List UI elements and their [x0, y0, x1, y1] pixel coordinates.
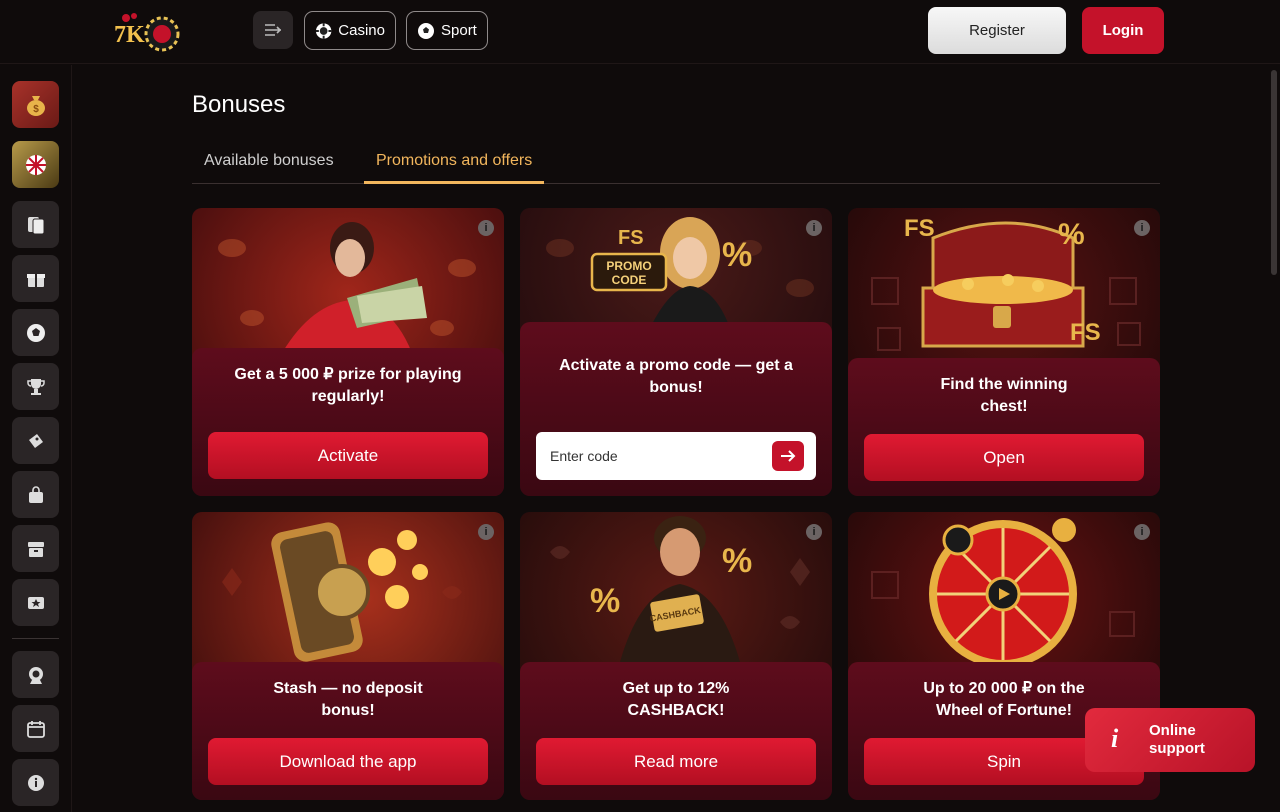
info-icon [27, 774, 44, 791]
tab-promotions-and-offers[interactable]: Promotions and offers [364, 140, 545, 184]
svg-text:CODE: CODE [612, 273, 647, 287]
bonus-card-chest: FS % FS i Find the winning chest! Open [848, 208, 1160, 496]
tab-available-bonuses[interactable]: Available bonuses [192, 140, 346, 184]
online-support-button[interactable]: i Online support [1085, 708, 1255, 772]
nav-sport-label: Sport [441, 22, 477, 39]
sidebar-item-tournaments[interactable] [12, 363, 59, 410]
card-title: Find the winning chest! [940, 376, 1068, 415]
nav-casino-button[interactable]: Casino [304, 11, 396, 50]
svg-text:FS: FS [1070, 319, 1101, 346]
cards-icon [27, 216, 44, 234]
online-support-label: Online support [1149, 722, 1205, 757]
card-info-icon[interactable]: i [478, 220, 494, 236]
card-info-icon[interactable]: i [806, 220, 822, 236]
open-button[interactable]: Open [864, 434, 1144, 481]
calendar-icon [26, 720, 45, 738]
promo-code-input[interactable] [550, 432, 770, 480]
bonus-card-promo-code: PROMO CODE FS % i Activate a promo code … [520, 208, 832, 496]
sidebar-item-gift[interactable] [12, 255, 59, 302]
card-info-icon[interactable]: i [806, 524, 822, 540]
promo-code-field [536, 432, 816, 480]
gift-icon [26, 273, 45, 287]
sidebar-item-wheel[interactable] [12, 141, 59, 188]
sidebar-item-vip[interactable] [12, 579, 59, 626]
soccer-ball-icon [418, 22, 434, 39]
medal-icon [28, 666, 43, 684]
activate-button[interactable]: Activate [208, 432, 488, 479]
svg-text:%: % [722, 236, 752, 274]
read-more-button[interactable]: Read more [536, 738, 816, 785]
header: 7K Casino Sport Register Login [0, 0, 1280, 64]
svg-text:%: % [1058, 218, 1085, 251]
card-info-icon[interactable]: i [478, 524, 494, 540]
card-title: Activate a promo code — get a bonus! [559, 357, 793, 396]
card-panel: Find the winning chest! Open [848, 358, 1160, 496]
page-title: Bonuses [192, 91, 286, 118]
svg-text:FS: FS [618, 227, 644, 249]
svg-text:7K: 7K [114, 22, 145, 48]
sidebar-item-promo[interactable] [12, 417, 59, 464]
arrow-right-icon [781, 450, 796, 462]
soccer-ball-icon [26, 323, 45, 342]
money-bag-icon: $ [26, 95, 45, 116]
sidebar-item-achievements[interactable] [12, 651, 59, 698]
sidebar-item-archive[interactable] [12, 525, 59, 572]
sidebar: $ [0, 65, 72, 812]
bonus-card-prize: i Get a 5 000 ₽ prize for playing regula… [192, 208, 504, 496]
sidebar-item-sport[interactable] [12, 309, 59, 356]
nav-sport-button[interactable]: Sport [406, 11, 488, 50]
card-title: Get a 5 000 ₽ prize for playing regularl… [234, 366, 462, 405]
trophy-icon [26, 378, 45, 395]
card-info-icon[interactable]: i [1134, 524, 1150, 540]
menu-toggle-button[interactable] [253, 11, 293, 49]
promo-submit-button[interactable] [772, 441, 804, 471]
card-info-icon[interactable]: i [1134, 220, 1150, 236]
sidebar-item-info[interactable] [12, 759, 59, 806]
bonus-card-stash: i Stash — no deposit bonus! Download the… [192, 512, 504, 800]
svg-text:PROMO: PROMO [606, 259, 651, 273]
card-panel: Activate a promo code — get a bonus! [520, 322, 832, 496]
info-icon: i [1111, 724, 1119, 753]
card-panel: Get up to 12% CASHBACK! Read more [520, 662, 832, 800]
register-button[interactable]: Register [928, 7, 1066, 54]
login-button[interactable]: Login [1082, 7, 1164, 54]
svg-text:%: % [590, 582, 620, 620]
sidebar-item-bonuses[interactable]: $ [12, 81, 59, 128]
bonus-tabs: Available bonuses Promotions and offers [192, 140, 1160, 184]
bonus-card-cashback: CASHBACK % % i Get up to 12% CASHBACK! R… [520, 512, 832, 800]
sidebar-item-shop[interactable] [12, 471, 59, 518]
card-panel: Get a 5 000 ₽ prize for playing regularl… [192, 348, 504, 496]
shopping-bag-icon [28, 485, 43, 503]
svg-text:$: $ [33, 104, 39, 115]
card-title: Up to 20 000 ₽ on the Wheel of Fortune! [923, 680, 1085, 719]
download-app-button[interactable]: Download the app [208, 738, 488, 785]
ticket-icon [28, 433, 43, 448]
vip-ticket-icon [27, 596, 44, 609]
page-scrollbar[interactable] [1271, 70, 1277, 275]
logo[interactable]: 7K [112, 10, 180, 54]
fortune-wheel-icon [25, 154, 46, 175]
card-title: Get up to 12% CASHBACK! [622, 680, 730, 719]
svg-text:%: % [722, 542, 752, 580]
sidebar-item-cards[interactable] [12, 201, 59, 248]
card-title: Stash — no deposit bonus! [273, 680, 423, 719]
menu-icon [265, 24, 282, 36]
casino-chip-icon [315, 22, 332, 39]
sidebar-divider [12, 638, 59, 639]
sidebar-item-calendar[interactable] [12, 705, 59, 752]
card-panel: Stash — no deposit bonus! Download the a… [192, 662, 504, 800]
nav-casino-label: Casino [338, 22, 385, 39]
archive-icon [27, 541, 44, 557]
svg-text:FS: FS [904, 215, 935, 242]
